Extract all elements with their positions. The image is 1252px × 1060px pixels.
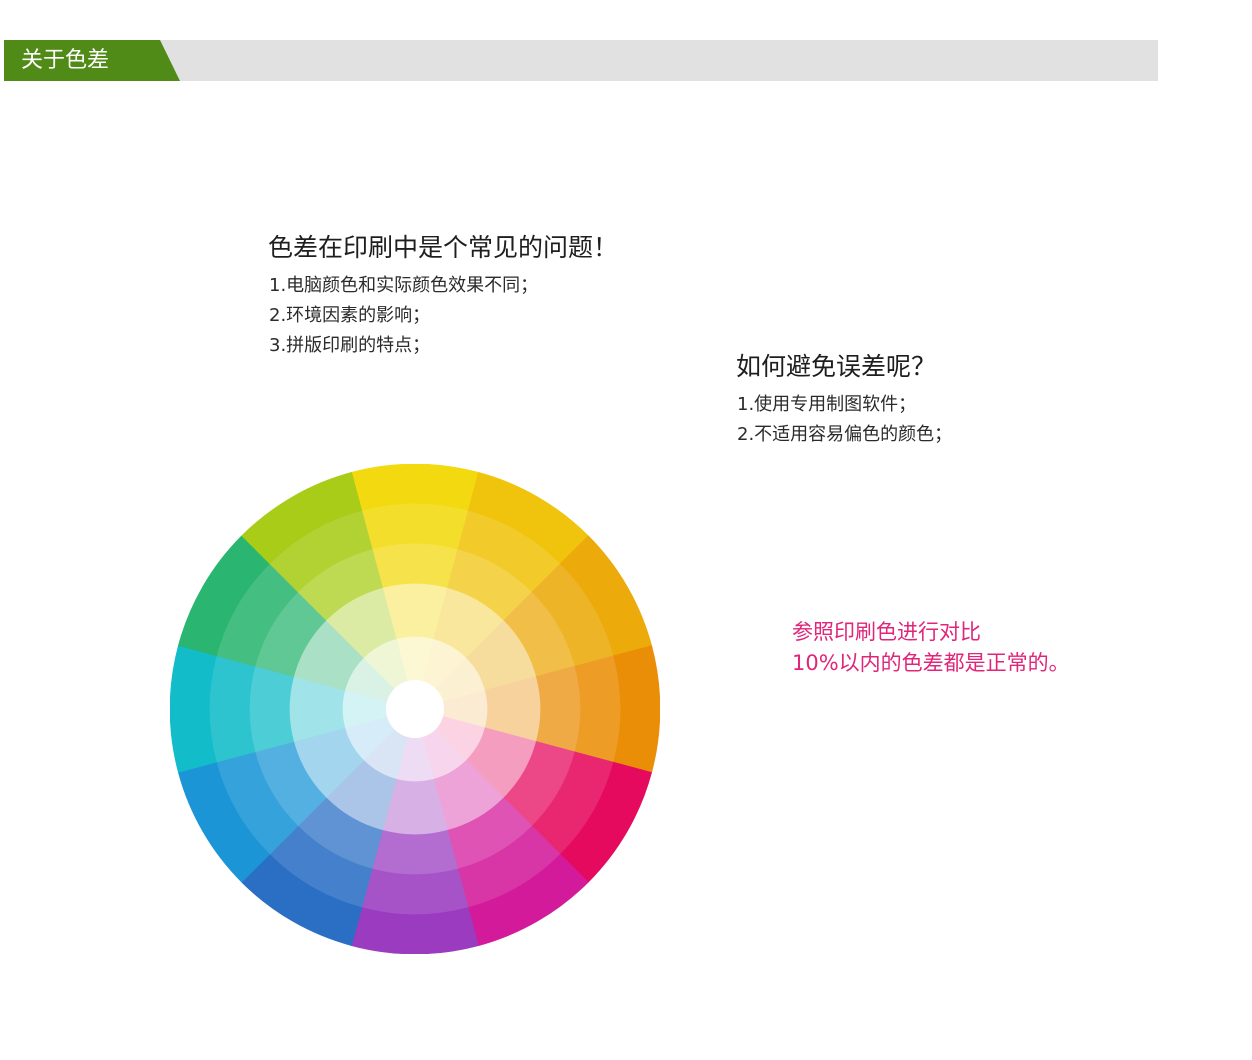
problem-item: 2.环境因素的影响； — [269, 305, 431, 326]
tolerance-note-line: 10%以内的色差都是正常的。 — [792, 651, 1070, 675]
tolerance-note: 参照印刷色进行对比 10%以内的色差都是正常的。 — [792, 617, 1070, 679]
section-header-bar — [4, 40, 1158, 81]
color-wheel-segment — [574, 655, 621, 763]
tolerance-note-line: 参照印刷色进行对比 — [792, 620, 981, 644]
problem-item: 1.电脑颜色和实际颜色效果不同； — [269, 275, 539, 296]
solution-heading: 如何避免误差呢？ — [736, 352, 937, 381]
solution-list: 1.使用专用制图软件； 2.不适用容易偏色的颜色； — [737, 390, 952, 450]
color-wheel-segment — [249, 665, 295, 753]
color-wheel-segment — [371, 543, 459, 589]
section-title: 关于色差 — [21, 48, 110, 73]
solution-item: 2.不适用容易偏色的颜色； — [737, 424, 953, 445]
color-wheel-segment — [209, 655, 256, 763]
color-wheel-segment — [371, 829, 459, 875]
problem-heading: 色差在印刷中是个常见的问题！ — [268, 233, 619, 262]
color-wheel-segment — [361, 503, 469, 550]
problem-list: 1.电脑颜色和实际颜色效果不同； 2.环境因素的影响； 3.拼版印刷的特点； — [269, 271, 538, 361]
color-wheel-segment — [535, 665, 581, 753]
problem-item: 3.拼版印刷的特点； — [269, 335, 431, 356]
color-wheel-image — [170, 464, 660, 954]
solution-item: 1.使用专用制图软件； — [737, 394, 917, 415]
color-wheel-segment — [361, 868, 469, 915]
